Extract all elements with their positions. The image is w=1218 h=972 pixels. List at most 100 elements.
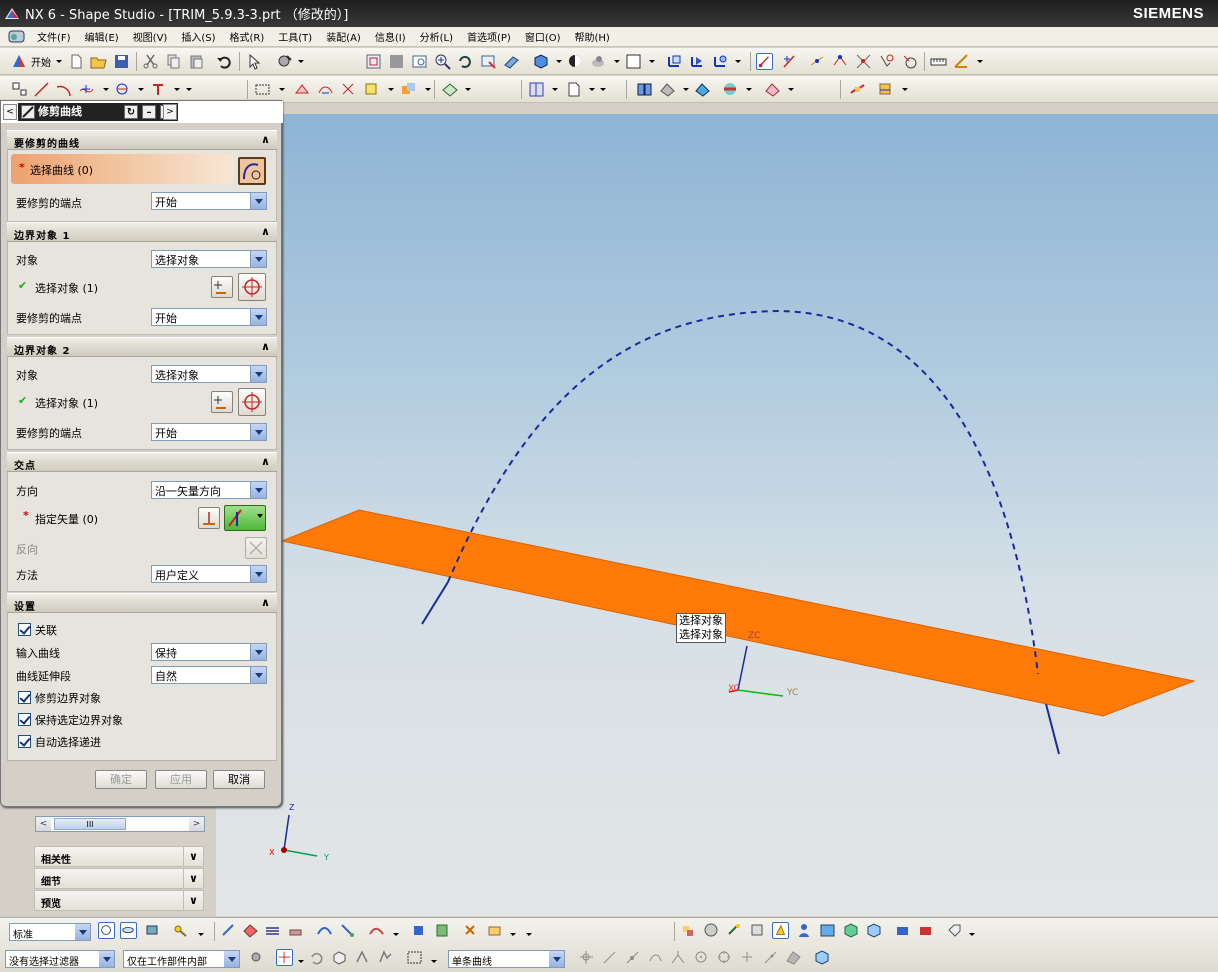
rotate-icon[interactable] [457, 53, 474, 70]
undo-icon[interactable] [216, 53, 233, 70]
snap-mid-icon[interactable] [624, 949, 641, 966]
snap-quadrant-icon[interactable] [901, 53, 918, 70]
assembly-icon[interactable] [680, 922, 697, 939]
snap-on-curve-icon[interactable] [762, 949, 779, 966]
chevron-down-icon[interactable]: ∨ [183, 869, 203, 888]
snap-center-icon[interactable] [878, 53, 895, 70]
cut-icon[interactable] [142, 53, 159, 70]
page-dropdown-icon[interactable] [589, 88, 595, 91]
surface-dropdown-icon[interactable] [465, 88, 471, 91]
start-dropdown-icon[interactable] [56, 60, 62, 63]
menu-analysis[interactable]: 分析(L) [413, 29, 460, 44]
select-face-icon[interactable] [377, 949, 394, 966]
curve-rule-combo[interactable]: 单条曲线 [448, 950, 565, 968]
save-icon[interactable] [113, 53, 130, 70]
menu-edit[interactable]: 编辑(E) [78, 29, 126, 44]
more-dropdown-icon[interactable] [526, 933, 532, 936]
import-icon[interactable] [917, 922, 934, 939]
reflection-icon[interactable] [764, 81, 781, 98]
wcs-dropdown-icon[interactable] [735, 60, 741, 63]
object-type-select[interactable]: 选择对象 [151, 250, 267, 268]
nav-right-icon[interactable]: > [163, 104, 177, 120]
tag-dropdown-icon[interactable] [969, 933, 975, 936]
dropdown-arrow-icon[interactable] [250, 424, 266, 440]
curve-segment-right[interactable] [1045, 703, 1060, 755]
snap-on-surface-icon[interactable] [785, 949, 802, 966]
info-icon[interactable] [434, 922, 451, 939]
analysis-dropdown-icon[interactable] [683, 88, 689, 91]
page-more-dropdown-icon[interactable] [600, 88, 606, 91]
dropdown-arrow-icon[interactable] [250, 251, 266, 267]
measure-dropdown-icon[interactable] [977, 60, 983, 63]
dropdown-arrow-icon[interactable] [250, 482, 266, 498]
dialog-tab[interactable]: 修剪曲线 ↻ – ✕ [18, 103, 178, 121]
auto-select-checkbox[interactable] [18, 735, 31, 748]
line-icon[interactable] [33, 81, 50, 98]
surface-icon[interactable] [441, 81, 458, 98]
spline-icon[interactable] [114, 81, 131, 98]
deform-icon[interactable] [849, 81, 866, 98]
end-to-trim-select[interactable]: 开始 [151, 423, 267, 441]
end-to-trim-select[interactable]: 开始 [151, 192, 267, 210]
page-icon[interactable] [565, 81, 582, 98]
measure-icon[interactable] [410, 922, 427, 939]
point-dialog-button[interactable] [238, 388, 266, 416]
select-curve-row[interactable]: * 选择曲线 (0) [11, 154, 233, 184]
dropdown-arrow-icon[interactable] [224, 951, 239, 967]
lighting-icon[interactable] [590, 53, 607, 70]
key-icon[interactable] [172, 922, 189, 939]
scroll-left-icon[interactable]: < [36, 817, 51, 831]
fit-view-icon[interactable] [365, 53, 382, 70]
dropdown-arrow-icon[interactable] [250, 193, 266, 209]
resource-scrollbar[interactable]: < III > [35, 816, 205, 832]
reset-icon[interactable]: ↻ [124, 105, 138, 119]
dropdown-arrow-icon[interactable] [99, 951, 114, 967]
dropdown-arrow-icon[interactable] [250, 309, 266, 325]
dropdown-arrow-icon[interactable] [549, 951, 564, 967]
select-solid-icon[interactable] [331, 949, 348, 966]
snap-control-point-icon[interactable] [647, 949, 664, 966]
start-menu-label[interactable]: 开始 [31, 54, 51, 69]
filter-gear-icon[interactable] [248, 949, 265, 966]
add-object-button[interactable] [211, 391, 233, 413]
dropdown-arrow-icon[interactable] [250, 667, 266, 683]
export-icon[interactable] [894, 922, 911, 939]
collapse-up-icon[interactable]: ∧ [259, 455, 273, 469]
stamp-icon[interactable] [287, 922, 304, 939]
replace-icon[interactable] [749, 922, 766, 939]
zoom-window-icon[interactable] [411, 53, 428, 70]
snap-toggle-icon[interactable] [276, 949, 293, 966]
collapse-up-icon[interactable]: ∧ [259, 133, 273, 147]
add-object-button[interactable] [211, 276, 233, 298]
layer-box-icon[interactable] [625, 53, 642, 70]
start-icon[interactable] [11, 53, 28, 70]
model-view[interactable] [216, 114, 1218, 916]
menu-file[interactable]: 文件(F) [30, 29, 78, 44]
constraint-icon[interactable] [726, 922, 743, 939]
menu-preferences[interactable]: 首选项(P) [460, 29, 518, 44]
select-cursor-icon[interactable] [246, 53, 263, 70]
snap-existing-point-icon[interactable] [739, 949, 756, 966]
package-dropdown-icon[interactable] [510, 933, 516, 936]
menu-tools[interactable]: 工具(T) [271, 29, 319, 44]
curve-edit-icon[interactable] [339, 922, 356, 939]
snap-dropdown-icon[interactable] [298, 960, 304, 963]
comb-icon[interactable] [368, 922, 385, 939]
point-icon[interactable] [78, 81, 95, 98]
paste-icon[interactable] [188, 53, 205, 70]
trim-boundary-checkbox[interactable] [18, 691, 31, 704]
vector-type-dropdown-icon[interactable] [257, 514, 263, 518]
comb-dropdown-icon[interactable] [393, 933, 399, 936]
type-filter-combo[interactable]: 没有选择过滤器 [5, 950, 115, 968]
panel-dependencies[interactable]: 相关性 ∨ [34, 846, 204, 867]
snap-midpoint-icon[interactable] [809, 53, 826, 70]
layer-dropdown-icon[interactable] [649, 60, 655, 63]
snap-point-icon[interactable] [756, 53, 773, 70]
measure-angle-icon[interactable] [953, 53, 970, 70]
wcs-orient-icon[interactable] [712, 53, 729, 70]
measure-distance-icon[interactable] [930, 53, 947, 70]
dropdown-arrow-icon[interactable] [250, 644, 266, 660]
global-shape-icon[interactable] [877, 81, 894, 98]
blend-curve-icon[interactable] [340, 81, 357, 98]
method-select[interactable]: 用户定义 [151, 565, 267, 583]
